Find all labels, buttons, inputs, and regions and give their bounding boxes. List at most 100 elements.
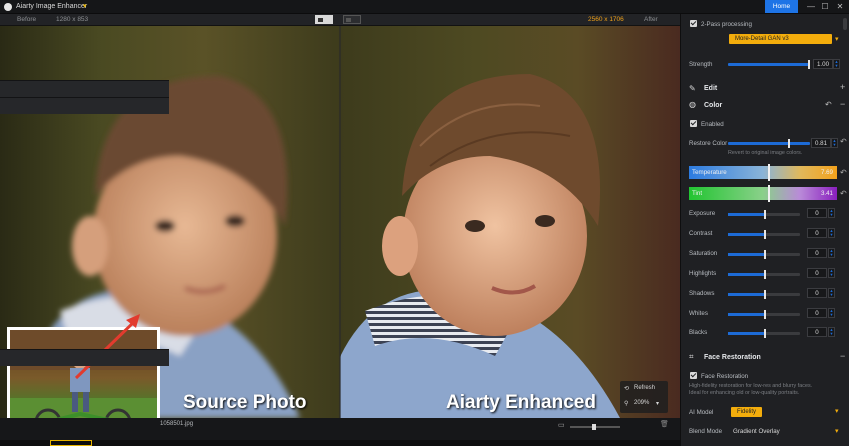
minimize-icon[interactable]: — — [805, 2, 817, 11]
color-section-header[interactable] — [0, 97, 169, 114]
home-button[interactable]: Home — [765, 0, 798, 13]
shadows-value[interactable]: 0 — [807, 288, 827, 298]
strength-label: Strength — [689, 61, 713, 68]
restore-color-slider[interactable] — [728, 139, 810, 148]
highlights-value[interactable]: 0 — [807, 268, 827, 278]
zoom-level-dropdown[interactable]: 209% — [634, 400, 649, 406]
ai-model-chevron-down-icon[interactable]: ▾ — [835, 407, 839, 415]
edit-expand-icon[interactable]: + — [840, 82, 845, 92]
whites-slider[interactable] — [728, 310, 800, 319]
edit-icon: ✎ — [689, 84, 696, 93]
face-collapse-icon[interactable]: − — [840, 351, 845, 361]
face-restoration-section-header[interactable] — [0, 349, 169, 366]
model-chevron-down-icon[interactable]: ▾ — [835, 35, 839, 43]
shadows-stepper[interactable]: ▲ ▼ — [828, 288, 835, 298]
enhanced-photo-pane — [340, 26, 680, 418]
two-pass-label: 2-Pass processing — [701, 21, 752, 28]
temperature-reset-icon[interactable]: ↶ — [840, 168, 847, 177]
app-window: Aiarty Image Enhancer ▾ Home — ☐ ✕ Befor… — [0, 0, 849, 446]
model-dropdown[interactable]: More-Detail GAN v3 — [729, 34, 832, 44]
thumbnail-selected[interactable] — [50, 440, 92, 446]
enhanced-photo-caption: Aiarty Enhanced — [446, 392, 596, 413]
refresh-button[interactable]: Refresh — [634, 385, 655, 391]
contrast-slider[interactable] — [728, 230, 800, 239]
after-size: 2560 x 1706 — [588, 16, 624, 23]
contrast-value[interactable]: 0 — [807, 228, 827, 238]
color-reset-icon[interactable]: ↶ — [825, 100, 832, 109]
timeline-slider[interactable] — [570, 424, 620, 430]
blend-mode-chevron-down-icon[interactable]: ▾ — [835, 427, 839, 435]
face-scan-icon: ⌗ — [689, 352, 694, 361]
highlights-slider[interactable] — [728, 270, 800, 279]
refresh-icon[interactable]: ⟲ — [624, 385, 629, 392]
blacks-stepper[interactable]: ▲ ▼ — [828, 327, 835, 337]
maximize-icon[interactable]: ☐ — [819, 2, 831, 11]
highlights-stepper[interactable]: ▲ ▼ — [828, 268, 835, 278]
restore-color-label: Restore Color — [689, 140, 728, 147]
whites-stepper[interactable]: ▲ ▼ — [828, 308, 835, 318]
enhanced-photo-image — [340, 74, 620, 418]
temperature-value: 7.69 — [820, 169, 833, 176]
face-restoration-label: Face Restoration — [701, 373, 749, 380]
trash-icon[interactable]: 🗑 — [660, 420, 669, 428]
exposure-slider[interactable] — [728, 210, 800, 219]
tint-label: Tint — [692, 190, 703, 197]
temperature-label: Temperature — [692, 169, 727, 176]
compare-divider-handle[interactable] — [339, 26, 341, 418]
zoom-controls: ⟲ Refresh ⚲ 209% ▾ — [620, 381, 668, 413]
tint-value: 3.41 — [820, 190, 833, 197]
thumbnail-strip — [0, 440, 680, 446]
temperature-slider[interactable]: Temperature 7.69 — [689, 164, 837, 181]
restore-color-stepper[interactable]: ▲ ▼ — [831, 138, 838, 148]
whites-label: Whites — [689, 310, 708, 317]
color-enabled-label: Enabled — [701, 121, 724, 128]
panel-scrollbar[interactable] — [843, 18, 847, 30]
zoom-chevron-down-icon[interactable]: ▾ — [656, 400, 659, 407]
strength-value[interactable]: 1.00 — [813, 59, 833, 69]
after-label: After — [644, 16, 658, 23]
color-enabled-checkbox[interactable] — [690, 120, 697, 127]
restore-color-value[interactable]: 0.81 — [811, 138, 831, 148]
app-menu-chevron-icon[interactable]: ▾ — [83, 2, 87, 10]
restore-color-reset-icon[interactable]: ↶ — [840, 137, 847, 146]
zoom-search-icon[interactable]: ⚲ — [624, 400, 628, 407]
shadows-slider[interactable] — [728, 290, 800, 299]
zoom-pointer-arrow — [74, 314, 140, 380]
saturation-value[interactable]: 0 — [807, 248, 827, 258]
saturation-stepper[interactable]: ▲ ▼ — [828, 248, 835, 258]
saturation-slider[interactable] — [728, 250, 800, 259]
two-pass-checkbox[interactable] — [690, 20, 697, 27]
tint-reset-icon[interactable]: ↶ — [840, 189, 847, 198]
color-palette-icon: ◍ — [689, 100, 696, 109]
ai-model-label: AI Model — [689, 409, 714, 416]
split-view-button[interactable] — [315, 15, 333, 24]
color-section-title: Color — [704, 102, 723, 109]
strength-stepper[interactable]: ▲ ▼ — [833, 59, 840, 69]
color-collapse-icon[interactable]: − — [840, 99, 845, 109]
contrast-label: Contrast — [689, 230, 713, 237]
edit-section-header[interactable] — [0, 80, 169, 97]
app-logo-icon — [4, 3, 12, 11]
exposure-value[interactable]: 0 — [807, 208, 827, 218]
saturation-label: Saturation — [689, 250, 718, 257]
close-icon[interactable]: ✕ — [834, 2, 846, 11]
exposure-label: Exposure — [689, 210, 716, 217]
contrast-stepper[interactable]: ▲ ▼ — [828, 228, 835, 238]
exposure-stepper[interactable]: ▲ ▼ — [828, 208, 835, 218]
blacks-value[interactable]: 0 — [807, 327, 827, 337]
edit-section-title: Edit — [704, 85, 718, 92]
face-restoration-checkbox[interactable] — [690, 372, 697, 379]
blend-mode-label: Blend Mode — [689, 428, 723, 435]
side-by-side-view-button[interactable] — [343, 15, 361, 24]
image-icon: ▭ — [558, 422, 565, 429]
whites-value[interactable]: 0 — [807, 308, 827, 318]
face-hint-line-1: High-fidelity restoration for low-res an… — [689, 383, 813, 389]
ai-model-dropdown[interactable]: Fidelity — [731, 407, 762, 417]
strength-slider[interactable] — [728, 60, 810, 69]
face-hint-line-2: Ideal for enhancing old or low-quality p… — [689, 390, 800, 396]
blacks-slider[interactable] — [728, 329, 800, 338]
blend-mode-dropdown[interactable]: Gradient Overlay — [733, 428, 780, 435]
tint-slider[interactable]: Tint 3.41 — [689, 185, 837, 202]
title-bar: Aiarty Image Enhancer ▾ Home — ☐ ✕ — [0, 0, 849, 14]
before-size: 1280 x 853 — [56, 16, 89, 23]
